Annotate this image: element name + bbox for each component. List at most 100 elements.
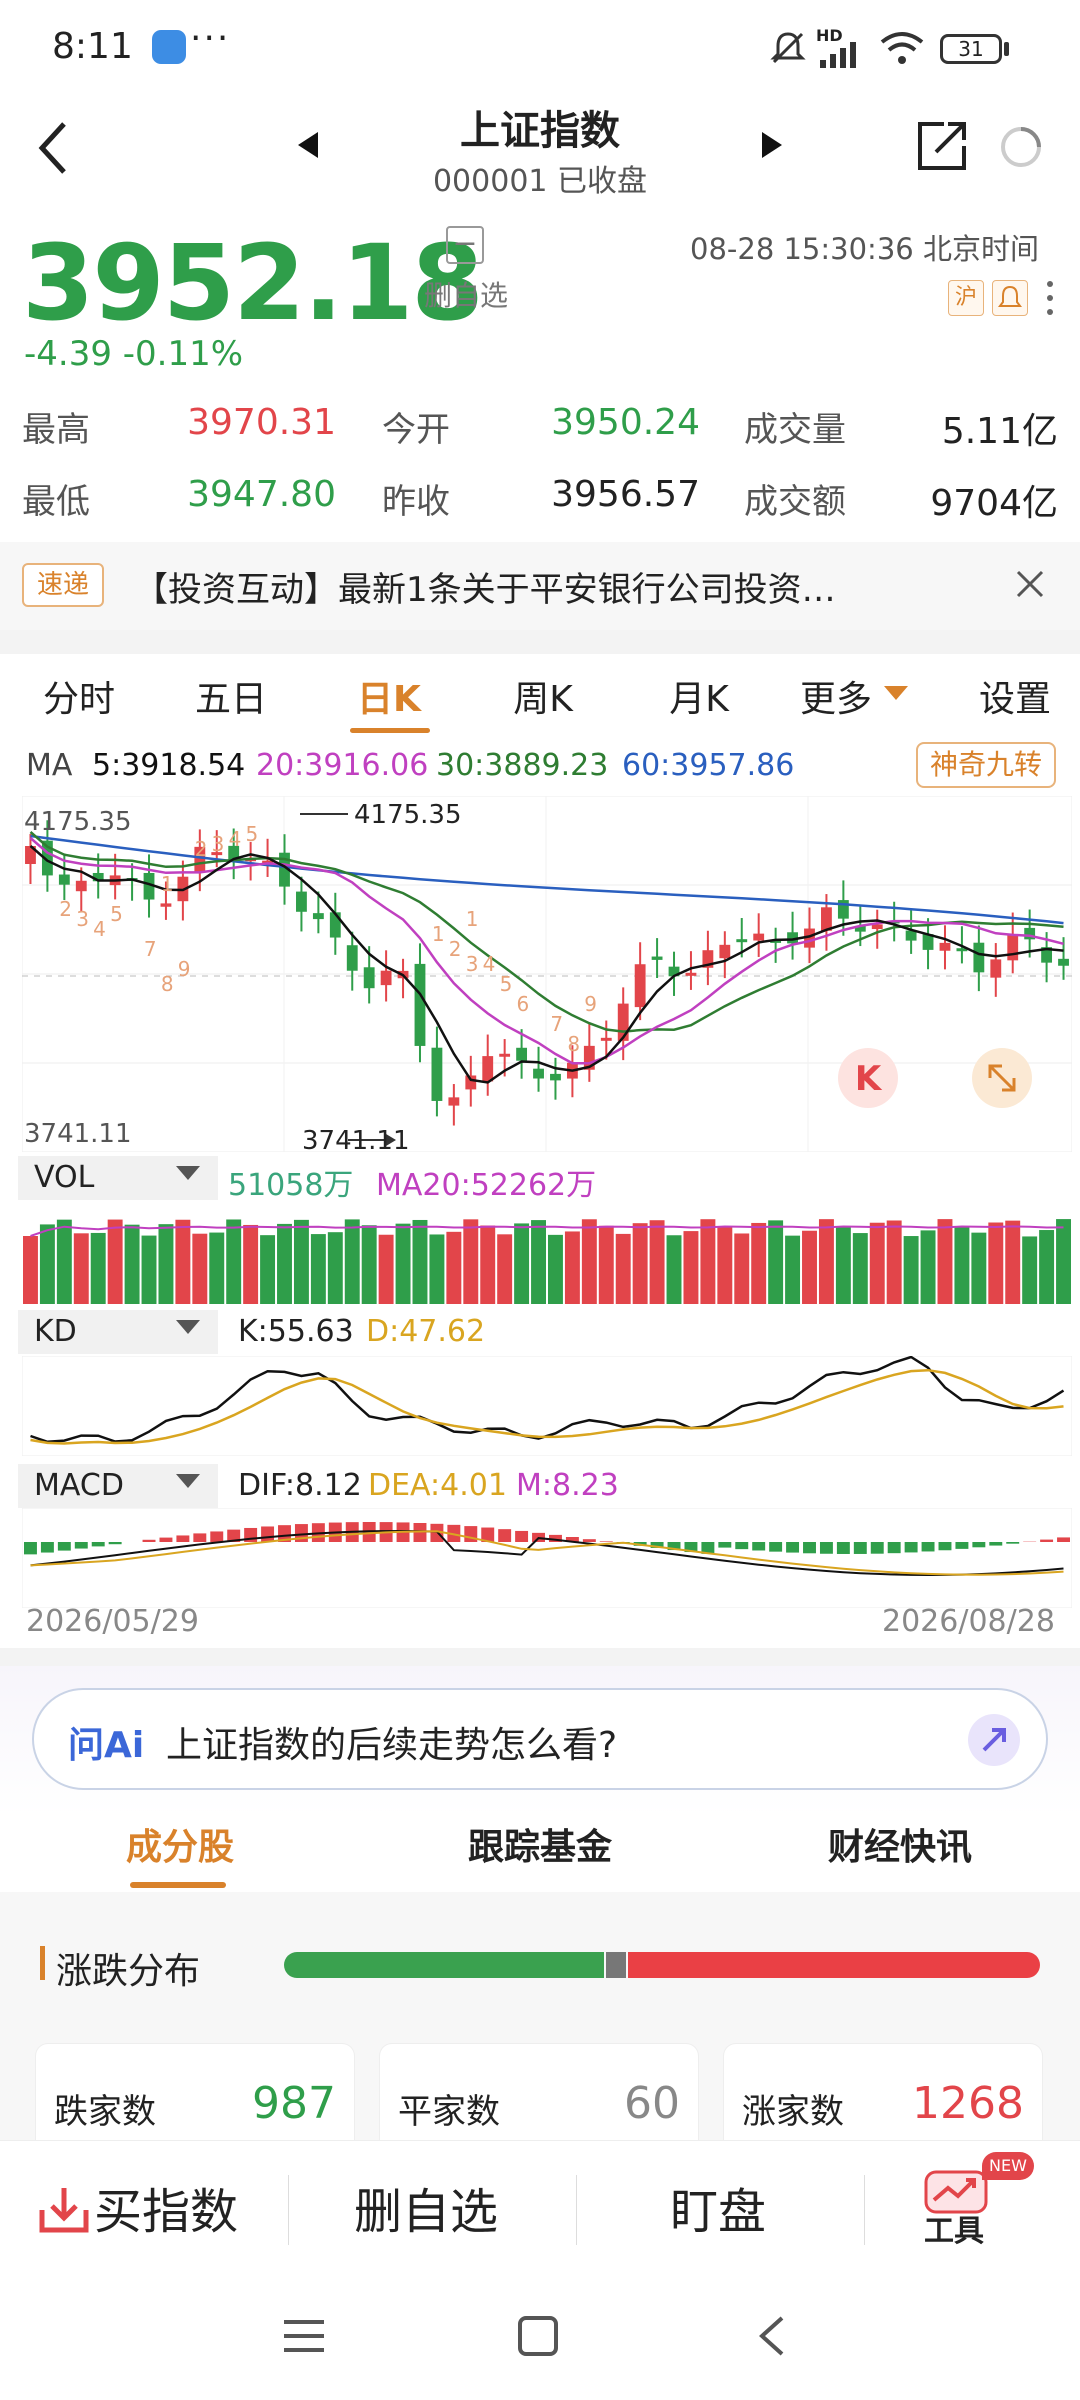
alert-bell-icon[interactable] (992, 280, 1028, 316)
chevron-down-icon (176, 1320, 200, 1334)
remove-fav-icon[interactable]: − (446, 226, 484, 264)
tab-daily-k[interactable]: 日K (330, 670, 448, 722)
kd-indicator-select[interactable]: KD (18, 1310, 218, 1354)
kd-chart[interactable] (22, 1356, 1072, 1456)
nine-turn-count: 4 (483, 952, 496, 976)
kd-d-value: D:47.62 (366, 1314, 486, 1349)
macd-bar (803, 1542, 816, 1554)
candle-body (1058, 958, 1069, 966)
flat-count-card[interactable]: 平家数 60 (380, 2044, 698, 2154)
current-price: 3952.18 (22, 222, 484, 344)
macd-bar (1057, 1537, 1070, 1542)
ma30-value: 30:3889.23 (436, 748, 609, 783)
k-badge[interactable]: K (855, 1059, 883, 1099)
tools-label[interactable]: 工具 (924, 2206, 984, 2250)
volume-bar (700, 1219, 716, 1304)
remove-fav-label[interactable]: 删自选 (424, 274, 508, 314)
nine-turn-count: 7 (550, 1012, 563, 1036)
chart-start-date: 2026/05/29 (26, 1604, 199, 1639)
prev-close-label: 昨收 (382, 482, 450, 522)
download-icon[interactable] (38, 2184, 90, 2236)
tab-weekly-k[interactable]: 周K (484, 670, 602, 722)
next-stock-icon[interactable] (760, 130, 784, 160)
macd-bar (1040, 1539, 1054, 1542)
tab-five-day[interactable]: 五日 (172, 670, 290, 722)
volume-bar (39, 1224, 55, 1304)
candle-body (736, 939, 748, 943)
candlestick-chart[interactable]: 4175.35 3741.11 4175.35 3741.11 2 3 457891… (22, 796, 1072, 1152)
macd-bar (972, 1542, 986, 1548)
share-icon[interactable] (914, 118, 970, 174)
volume-bar (581, 1219, 597, 1304)
volume-bar (564, 1231, 580, 1304)
up-bar (628, 1952, 1040, 1978)
candle-body (312, 913, 324, 920)
chevron-down-icon (176, 1166, 200, 1180)
nav-back-icon[interactable] (752, 2314, 792, 2358)
magic-nine-button[interactable]: 神奇九转 (916, 742, 1056, 788)
chart-top-price: 4175.35 (24, 807, 132, 837)
buy-index-button[interactable]: 买指数 (94, 2172, 238, 2242)
volume-bar (649, 1220, 665, 1304)
tab-monthly-k[interactable]: 月K (640, 670, 758, 722)
macd-indicator-select[interactable]: MACD (18, 1464, 218, 1508)
ai-send-icon[interactable] (964, 1710, 1024, 1770)
candle-body (58, 874, 70, 885)
volume-bar (260, 1235, 276, 1304)
nine-turn-count: 3 (212, 832, 225, 856)
ai-question-bar[interactable]: 问Ai 上证指数的后续走势怎么看? (32, 1688, 1048, 1790)
volume-bar (429, 1234, 445, 1304)
nine-turn-count: 5 (500, 972, 513, 996)
unfav-button[interactable]: 删自选 (354, 2172, 498, 2242)
tab-tracking-funds[interactable]: 跟踪基金 (440, 1818, 640, 1870)
close-icon[interactable] (1014, 568, 1046, 600)
home-icon[interactable] (516, 2314, 560, 2358)
candle-body (329, 912, 341, 938)
tab-settings[interactable]: 设置 (960, 670, 1070, 722)
volume-bar (446, 1231, 462, 1304)
ai-prompt: 上证指数的后续走势怎么看? (166, 1725, 618, 1766)
tab-constituents[interactable]: 成分股 (100, 1818, 260, 1870)
tab-more-caret-icon[interactable] (884, 686, 908, 700)
more-vert-icon[interactable] (1044, 278, 1056, 318)
refresh-icon[interactable] (998, 124, 1044, 170)
open-label: 今开 (382, 410, 450, 450)
macd-bar (819, 1542, 833, 1554)
news-text[interactable]: 【投资互动】最新1条关于平安银行公司投资… (134, 562, 934, 611)
vol-indicator-select[interactable]: VOL (18, 1156, 218, 1200)
macd-bar (24, 1542, 37, 1555)
volume-bar (463, 1219, 479, 1304)
candle-body (363, 967, 375, 989)
volume-bar (141, 1235, 157, 1304)
battery-tip (1004, 42, 1009, 56)
up-count-card[interactable]: 涨家数 1268 (724, 2044, 1042, 2154)
watch-button[interactable]: 盯盘 (670, 2172, 766, 2242)
macd-bar (718, 1542, 732, 1548)
open-value: 3950.24 (551, 402, 700, 443)
volume-bar (277, 1223, 292, 1304)
candle-body (685, 972, 697, 976)
down-count-card[interactable]: 跌家数 987 (36, 2044, 354, 2154)
vol-value: 51058万 (228, 1168, 354, 1203)
volume-bar (531, 1220, 546, 1304)
volume-bar (480, 1225, 496, 1304)
tab-more[interactable]: 更多 (786, 670, 886, 722)
volume-bar (107, 1219, 123, 1304)
nine-turn-count: 1 (466, 907, 479, 931)
volume-bar (683, 1231, 699, 1304)
tab-intraday[interactable]: 分时 (20, 670, 138, 722)
volume-chart[interactable] (22, 1206, 1072, 1304)
macd-bar (921, 1542, 935, 1552)
nine-turn-count: 2 (195, 837, 208, 861)
tab-finance-news[interactable]: 财经快讯 (800, 1818, 1000, 1870)
volume-bar (23, 1236, 38, 1304)
volume-bar (226, 1219, 242, 1304)
candle-body (296, 891, 307, 912)
volume-bar (869, 1222, 885, 1304)
macd-chart[interactable] (22, 1508, 1072, 1608)
candle-body (617, 1003, 629, 1041)
menu-icon[interactable] (282, 2316, 326, 2356)
macd-bar (261, 1526, 275, 1542)
nine-turn-count: 9 (584, 992, 597, 1016)
volume-bar (497, 1234, 513, 1304)
